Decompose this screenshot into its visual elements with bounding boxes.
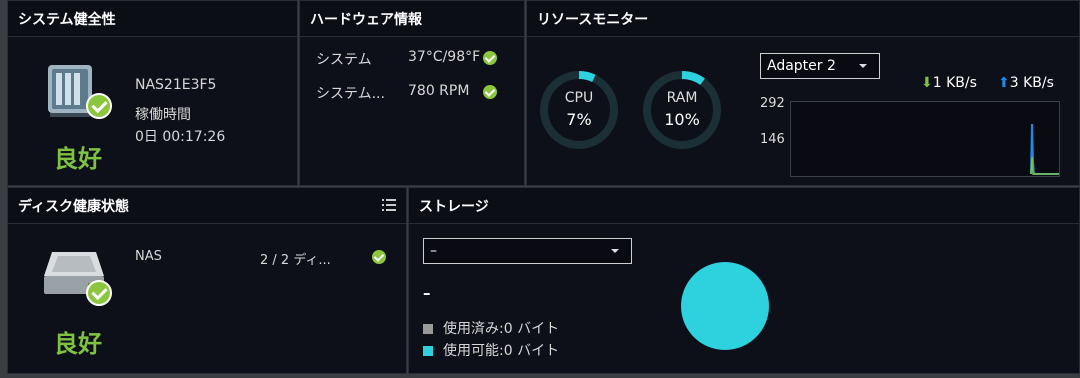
cpu-label: CPU <box>564 90 594 106</box>
ok-check-icon <box>483 51 497 65</box>
system-health-title: システム健全性 <box>8 1 297 37</box>
upload-series-line <box>1030 123 1059 175</box>
hardware-row-value: 780 RPM <box>408 83 470 99</box>
upload-speed: ⬆3 KB/s <box>998 75 1054 91</box>
used-swatch <box>423 324 433 334</box>
hardware-row: システム... 780 RPM <box>316 83 516 103</box>
ram-label: RAM <box>666 90 698 106</box>
chevron-down-icon <box>859 64 867 68</box>
chevron-down-icon <box>611 249 619 253</box>
device-name: NAS21E3F5 <box>135 77 217 93</box>
system-health-panel: システム健全性 良好 NAS21E3F5 稼働時間 0日 00:17:26 <box>7 0 298 186</box>
system-health-status: 良好 <box>54 145 102 173</box>
hardware-info-panel: ハードウェア情報 システム 37°C/98°F システム... 780 RPM <box>299 0 525 186</box>
hardware-row-label: システム... <box>316 86 385 102</box>
resource-monitor-panel: リソースモニター CPU 7% RAM 10% Adapter 2 ⬇1 KB/… <box>526 0 1080 186</box>
adapter-select[interactable]: Adapter 2 <box>760 53 880 79</box>
disk-health-status: 良好 <box>54 330 102 358</box>
list-view-icon[interactable] <box>382 199 396 211</box>
volume-name: – <box>423 284 431 302</box>
download-speed: ⬇1 KB/s <box>921 75 977 91</box>
uptime-label: 稼働時間 <box>135 107 191 123</box>
download-arrow-icon: ⬇ <box>921 75 933 91</box>
nas-device-icon <box>46 63 112 121</box>
health-check-icon <box>86 280 112 306</box>
cpu-gauge: CPU 7% <box>539 70 619 150</box>
storage-panel: ストレージ – – 使用済み:0 バイト 使用可能:0 バイト <box>408 187 1080 374</box>
health-check-icon <box>86 93 112 119</box>
cpu-value: 7% <box>566 110 592 129</box>
storage-pie-chart <box>681 262 769 350</box>
volume-select[interactable]: – <box>423 238 632 264</box>
network-y-tick: 146 <box>760 132 785 147</box>
storage-title: ストレージ <box>409 188 1079 224</box>
legend-used: 使用済み:0 バイト <box>423 318 559 338</box>
disk-count: 2 / 2 ディ... <box>260 253 331 268</box>
ok-check-icon <box>372 250 386 264</box>
hardware-row-value: 37°C/98°F <box>408 49 481 65</box>
network-chart <box>790 101 1060 177</box>
network-y-tick: 292 <box>760 96 785 111</box>
hardware-info-title: ハードウェア情報 <box>300 1 524 37</box>
resource-monitor-title: リソースモニター <box>527 1 1079 37</box>
disk-drive-icon <box>44 246 114 306</box>
ram-gauge: RAM 10% <box>642 70 722 150</box>
disk-health-title: ディスク健康状態 <box>8 188 406 224</box>
free-swatch <box>423 346 433 356</box>
adapter-select-value: Adapter 2 <box>767 58 836 74</box>
uptime-value: 0日 00:17:26 <box>135 129 226 145</box>
hardware-row-label: システム <box>316 52 372 68</box>
download-series-line <box>1030 156 1059 175</box>
upload-arrow-icon: ⬆ <box>998 75 1010 91</box>
ok-check-icon <box>483 85 497 99</box>
disk-health-panel: ディスク健康状態 良好 NAS 2 / 2 ディ... <box>7 187 407 374</box>
volume-select-value: – <box>430 243 437 259</box>
legend-free: 使用可能:0 バイト <box>423 340 559 360</box>
hardware-row: システム 37°C/98°F <box>316 49 516 69</box>
ram-value: 10% <box>664 110 700 129</box>
disk-device-name: NAS <box>135 249 162 264</box>
